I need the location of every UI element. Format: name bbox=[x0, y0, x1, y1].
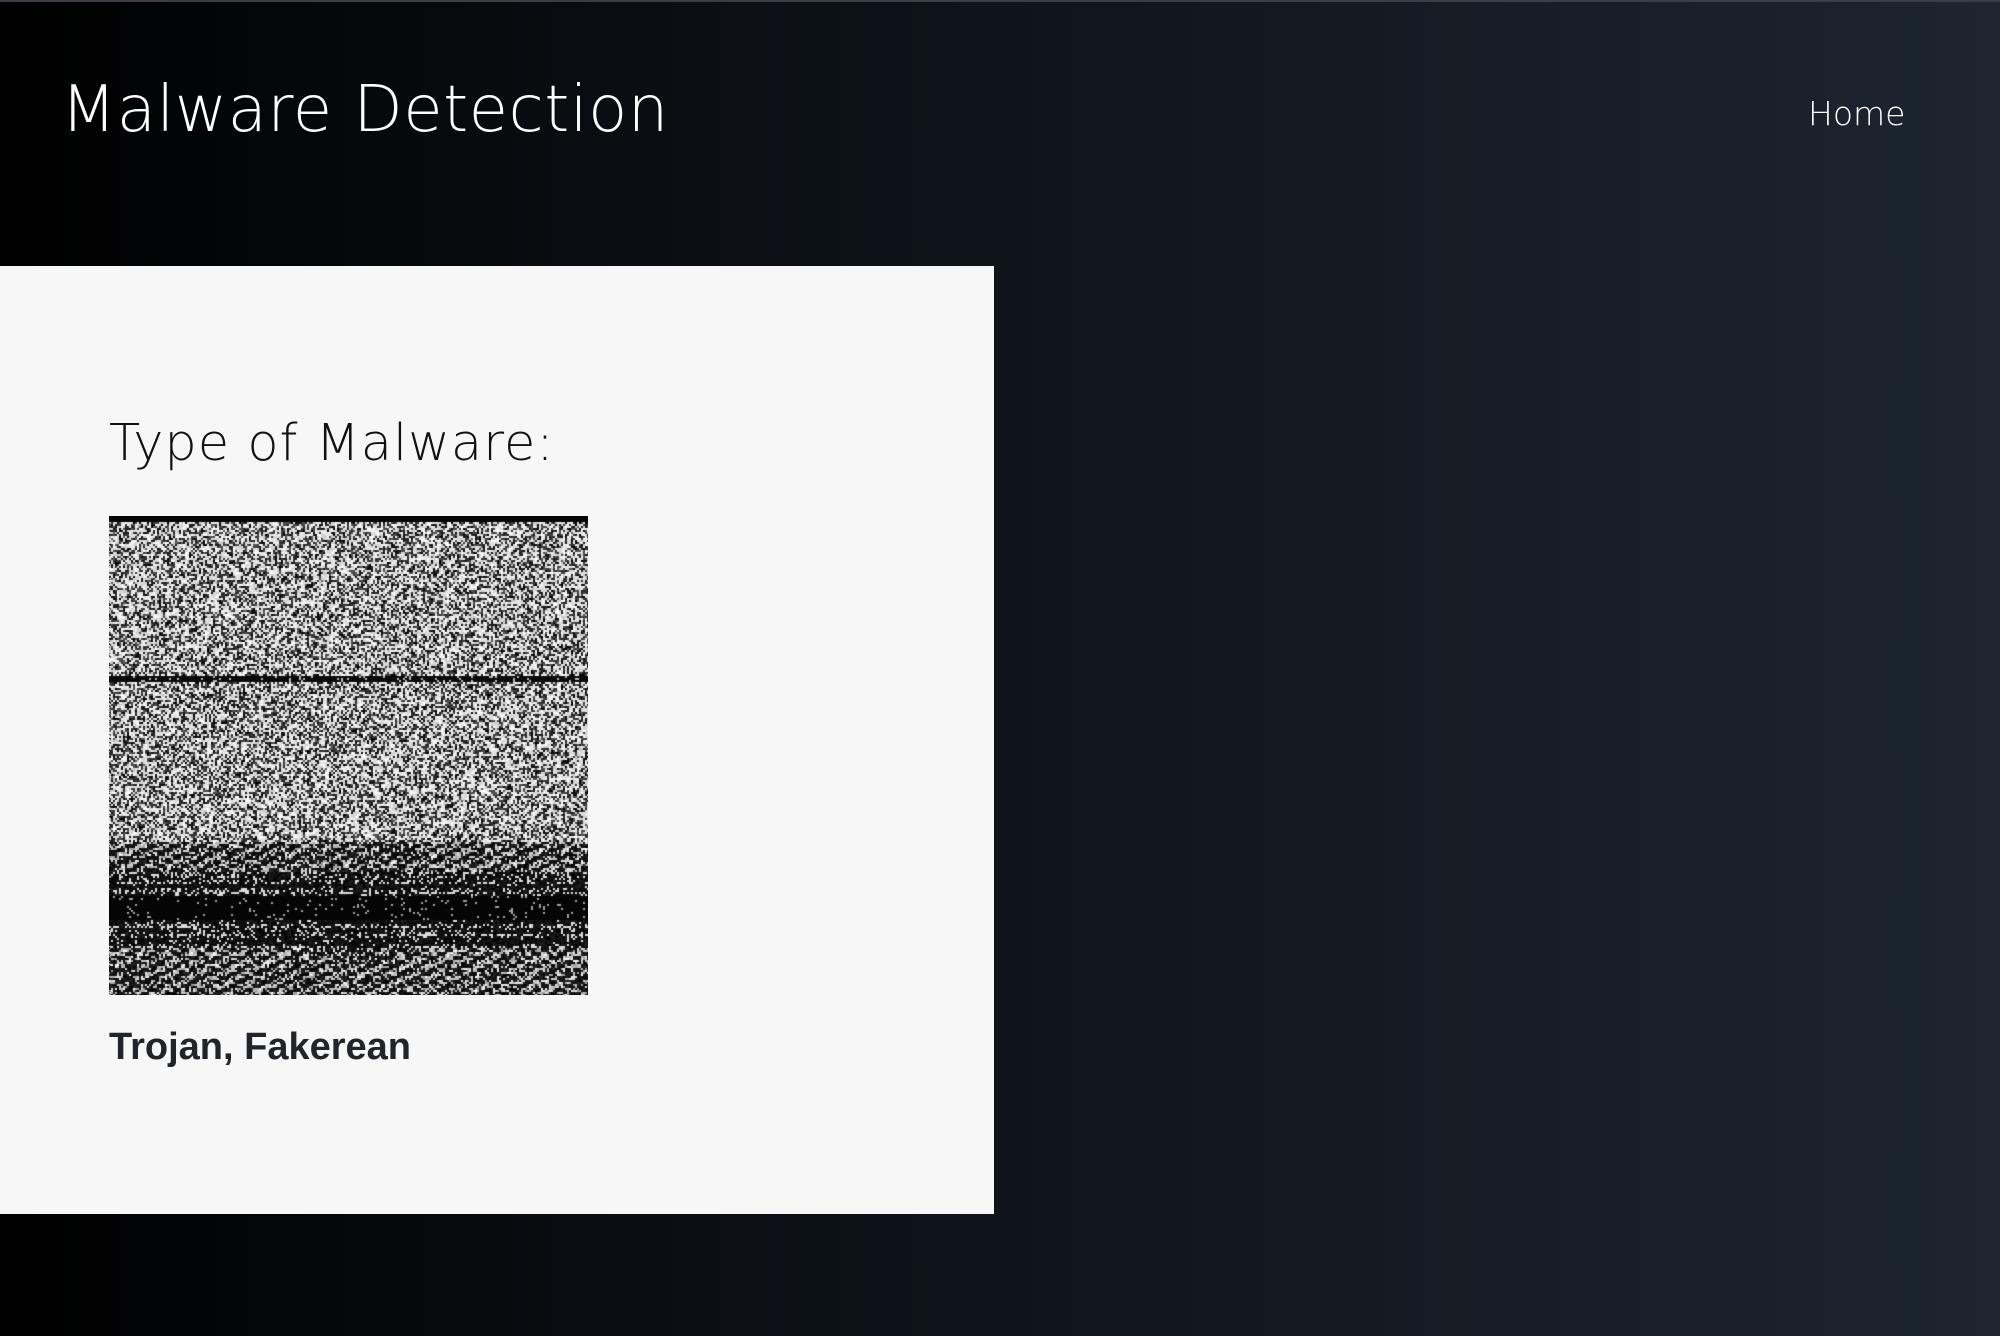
site-header: Malware Detection Home bbox=[0, 0, 2000, 240]
malware-type-result: Trojan, Fakerean bbox=[109, 1026, 412, 1068]
nav-home-link[interactable]: Home bbox=[1808, 97, 1905, 130]
brand-title[interactable]: Malware Detection bbox=[61, 78, 669, 142]
result-title: Type of Malware: bbox=[109, 414, 555, 473]
result-card: Type of Malware: Trojan, Fakerean bbox=[0, 266, 994, 1214]
malware-visualization-image bbox=[109, 516, 588, 995]
